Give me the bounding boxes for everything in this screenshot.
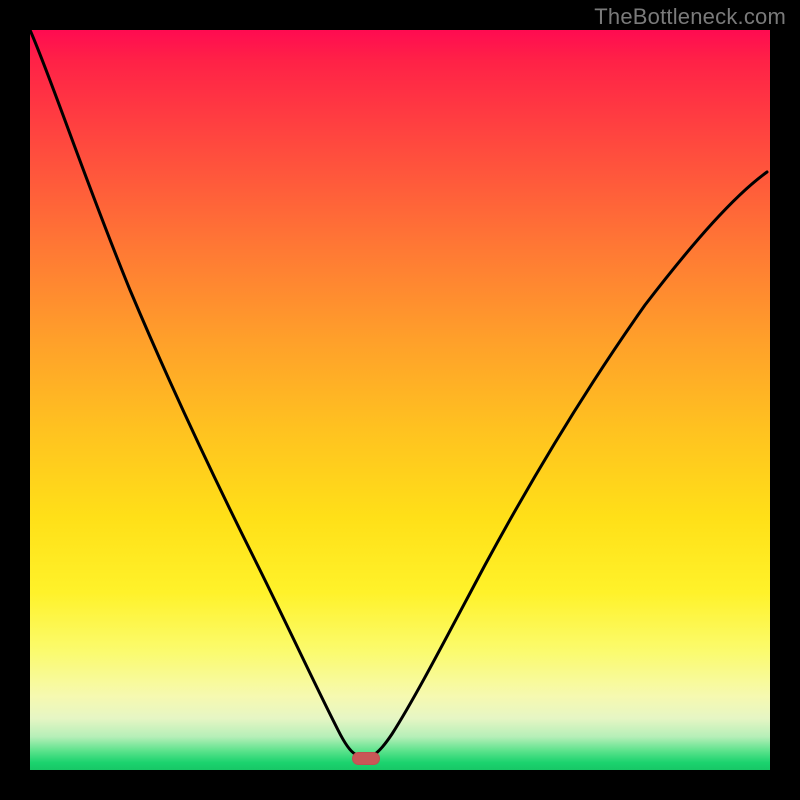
outer-frame: TheBottleneck.com: [0, 0, 800, 800]
curve-path: [30, 30, 767, 754]
watermark-text: TheBottleneck.com: [594, 4, 786, 30]
optimal-marker-pill: [352, 752, 380, 765]
plot-area: [30, 30, 770, 770]
bottleneck-curve: [30, 30, 770, 770]
